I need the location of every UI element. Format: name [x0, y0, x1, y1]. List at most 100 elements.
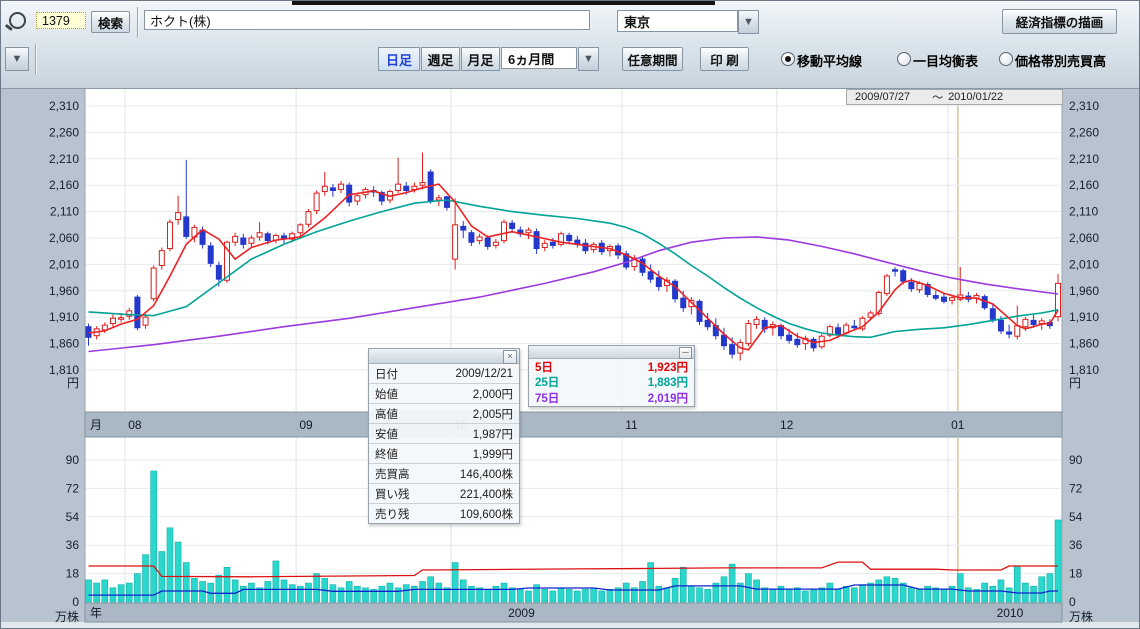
- exchange-select-arrow[interactable]: ▼: [738, 10, 759, 34]
- volume-bar: [420, 581, 426, 602]
- svg-text:円: 円: [1069, 376, 1081, 390]
- print-button[interactable]: 印 刷: [700, 47, 749, 71]
- tooltip-titlebar[interactable]: ×: [369, 349, 519, 364]
- svg-text:1,810: 1,810: [1069, 363, 1099, 377]
- svg-text:72: 72: [66, 481, 80, 495]
- radio-ichimoku[interactable]: [897, 52, 911, 66]
- volume-bar: [917, 589, 923, 602]
- volume-bar: [680, 567, 686, 602]
- volume-bar: [289, 585, 295, 602]
- tab-weekly[interactable]: 週足: [421, 47, 460, 71]
- candle: [526, 230, 531, 233]
- tooltip-row: 終値1,999円: [369, 444, 519, 464]
- candle: [787, 335, 792, 340]
- svg-text:1,960: 1,960: [1069, 284, 1099, 298]
- volume-bar: [843, 586, 849, 602]
- ma-row-label: 75日: [535, 390, 559, 406]
- radio-price-volume[interactable]: [999, 52, 1013, 66]
- candle: [730, 345, 735, 355]
- tooltip-row-value: 221,400株: [460, 486, 513, 502]
- svg-text:2009: 2009: [508, 606, 535, 620]
- exchange-select[interactable]: 東京: [617, 10, 738, 32]
- candle: [404, 186, 409, 190]
- volume-bar: [118, 585, 124, 602]
- candle: [836, 328, 841, 334]
- volume-bar: [86, 580, 92, 602]
- radio-moving-average[interactable]: [781, 52, 795, 66]
- candle: [721, 335, 726, 346]
- close-icon[interactable]: ×: [503, 350, 517, 364]
- volume-bar: [754, 580, 760, 602]
- volume-bar: [265, 581, 271, 602]
- tooltip-row-value: 146,400株: [460, 466, 513, 482]
- year-strip[interactable]: 年20092010: [85, 603, 1062, 622]
- volume-bar: [1031, 586, 1037, 602]
- date-range-end: 2010/01/22: [948, 91, 1003, 103]
- candle: [656, 278, 661, 287]
- candle: [542, 243, 547, 247]
- custom-period-button[interactable]: 任意期間: [622, 47, 683, 71]
- minimize-icon[interactable]: ─: [679, 347, 692, 359]
- period-select-arrow[interactable]: ▼: [578, 47, 599, 71]
- volume-bar: [1055, 520, 1061, 602]
- candle: [396, 184, 401, 190]
- svg-text:18: 18: [1069, 567, 1083, 581]
- tooltip-row-value: 2009/12/21: [455, 368, 513, 380]
- tooltip-row: 日付2009/12/21: [369, 364, 519, 384]
- candle: [330, 188, 335, 191]
- candle: [868, 313, 873, 317]
- svg-text:11: 11: [625, 418, 638, 432]
- chevron-down-icon: ▼: [12, 53, 23, 65]
- tooltip-row-label: 始値: [375, 386, 398, 402]
- candle: [135, 297, 140, 328]
- period-select[interactable]: 6ヵ月間: [501, 47, 577, 69]
- volume-bar: [697, 588, 703, 602]
- svg-text:90: 90: [1069, 453, 1083, 467]
- candle: [534, 232, 539, 249]
- svg-text:2,260: 2,260: [49, 125, 79, 139]
- svg-text:2,160: 2,160: [1069, 178, 1099, 192]
- candle: [355, 196, 360, 201]
- svg-text:2,010: 2,010: [49, 257, 79, 271]
- volume-bar: [721, 577, 727, 602]
- volume-bar: [134, 574, 140, 602]
- volume-bar: [395, 588, 401, 602]
- svg-text:2,160: 2,160: [49, 178, 79, 192]
- radio-moving-average-label: 移動平均線: [797, 51, 862, 70]
- ma-tooltip-row: 75日2,019円: [529, 390, 694, 406]
- stock-name-input[interactable]: [144, 10, 590, 30]
- tooltip-titlebar[interactable]: ─: [529, 346, 694, 359]
- svg-text:08: 08: [128, 418, 142, 432]
- candle: [510, 223, 515, 228]
- candle: [852, 326, 857, 328]
- left-dropdown-button[interactable]: ▼: [5, 47, 29, 71]
- tab-monthly[interactable]: 月足: [461, 47, 500, 71]
- search-button[interactable]: 検索: [91, 11, 130, 33]
- tooltip-row-value: 109,600株: [460, 506, 513, 522]
- volume-bar: [876, 580, 882, 602]
- volume-bar: [941, 589, 947, 602]
- ma-row-value: 1,923円: [648, 359, 688, 375]
- svg-text:1,910: 1,910: [1069, 310, 1099, 324]
- candle: [550, 242, 555, 245]
- volume-bar: [191, 578, 197, 602]
- svg-text:01: 01: [951, 418, 965, 432]
- candle: [298, 225, 303, 233]
- economic-indicator-button[interactable]: 経済指標の描画: [1002, 9, 1117, 34]
- tooltip-row: 安値1,987円: [369, 424, 519, 444]
- candle: [102, 325, 107, 330]
- month-strip[interactable]: 月080910111201: [85, 412, 1062, 437]
- volume-bar: [574, 591, 580, 602]
- candle: [444, 197, 449, 208]
- svg-text:月: 月: [90, 418, 102, 432]
- svg-text:1,860: 1,860: [1069, 337, 1099, 351]
- ma-row-label: 25日: [535, 374, 559, 390]
- volume-bar: [688, 586, 694, 602]
- candle: [143, 317, 148, 325]
- candle: [950, 298, 955, 301]
- tab-daily[interactable]: 日足: [378, 47, 420, 71]
- candle: [933, 296, 938, 299]
- volume-bar: [664, 588, 670, 602]
- stock-code-input[interactable]: [36, 12, 86, 29]
- candle: [705, 320, 710, 326]
